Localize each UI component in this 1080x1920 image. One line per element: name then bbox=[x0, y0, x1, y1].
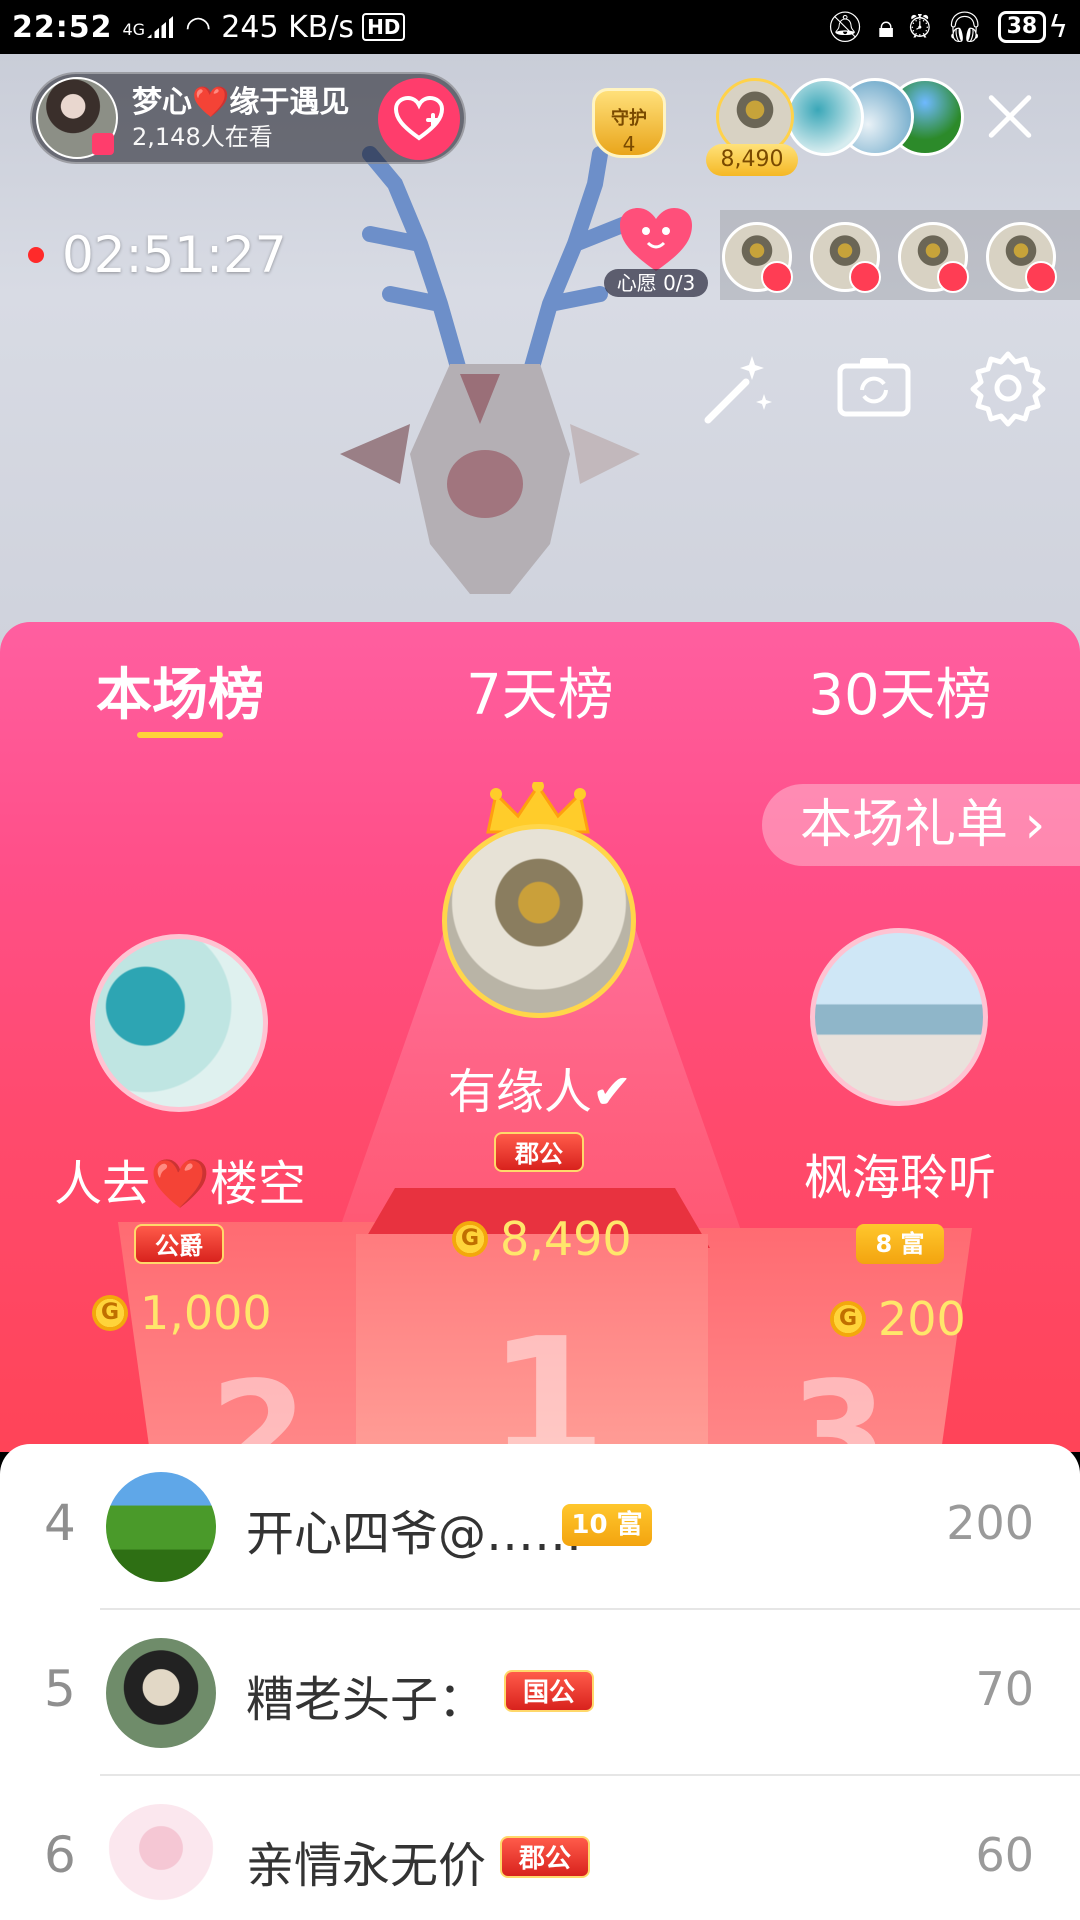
coin-icon: G bbox=[92, 1295, 128, 1331]
list-item[interactable]: 6 亲情永无价 郡公 60 bbox=[0, 1776, 1080, 1920]
second-place-rank-badge: 公爵 bbox=[134, 1224, 224, 1264]
battery-level: 38 bbox=[997, 11, 1047, 43]
wifi-icon: ◠ bbox=[185, 9, 212, 45]
podium-number-2: 2 bbox=[210, 1352, 308, 1452]
mic-seat-icon bbox=[1025, 261, 1057, 293]
network-speed: 245 KB/s bbox=[221, 9, 355, 45]
host-avatar[interactable] bbox=[36, 77, 118, 159]
settings-gear-icon bbox=[970, 351, 1046, 427]
first-place-coin-value: 8,490 bbox=[500, 1212, 632, 1266]
ranking-tabs: 本场榜 7天榜 30天榜 bbox=[0, 622, 1080, 742]
cell-signal-icon: 4G bbox=[123, 16, 174, 38]
second-place-coin-value: 1,000 bbox=[140, 1286, 272, 1340]
coin-icon: G bbox=[452, 1221, 488, 1257]
charging-icon: ϟ bbox=[1048, 9, 1068, 45]
flip-camera-button[interactable] bbox=[834, 348, 914, 428]
tab-30-days[interactable]: 30天榜 bbox=[750, 650, 1050, 731]
battery-icon: 38 ϟ bbox=[997, 9, 1068, 45]
close-button[interactable] bbox=[985, 92, 1035, 142]
first-place-coins: G 8,490 bbox=[452, 1212, 632, 1266]
guard-count: 4 bbox=[622, 132, 636, 156]
top-viewer-avatar[interactable] bbox=[786, 78, 864, 156]
live-timer: 02:51:27 bbox=[28, 226, 287, 284]
gift-list-button[interactable]: 本场礼单 › bbox=[762, 784, 1080, 866]
first-place-avatar[interactable] bbox=[442, 824, 636, 1018]
mic-seat[interactable] bbox=[722, 222, 793, 293]
first-place-name: 有缘人✔ bbox=[447, 1064, 633, 1120]
network-type: 4G bbox=[122, 20, 146, 39]
rank-badge: 郡公 bbox=[500, 1836, 590, 1878]
wish-heart-icon bbox=[620, 208, 692, 271]
third-place-rank-badge: 8 富 bbox=[856, 1224, 944, 1264]
rank-number: 4 bbox=[44, 1494, 76, 1552]
tab-current-session[interactable]: 本场榜 bbox=[30, 650, 330, 731]
mic-seat[interactable] bbox=[986, 222, 1057, 293]
hd-icon: HD bbox=[362, 13, 406, 41]
recording-dot-icon bbox=[28, 247, 44, 263]
rank-number: 5 bbox=[44, 1660, 76, 1718]
contribution-value: 200 bbox=[946, 1496, 1034, 1550]
magic-wand-icon bbox=[704, 356, 772, 424]
user-name: 糟老头子： bbox=[246, 1672, 487, 1728]
contribution-value: 60 bbox=[975, 1828, 1034, 1882]
mic-seat[interactable] bbox=[898, 222, 969, 293]
mic-seat-icon bbox=[849, 261, 881, 293]
mic-seat[interactable] bbox=[810, 222, 881, 293]
rank-badge: 10 富 bbox=[562, 1504, 652, 1546]
guard-label: 守护 bbox=[611, 108, 647, 129]
rank-badge: 国公 bbox=[504, 1670, 594, 1712]
third-place-coin-value: 200 bbox=[878, 1292, 966, 1346]
wish-progress: 心愿 0/3 bbox=[604, 269, 708, 297]
avatar[interactable] bbox=[106, 1472, 216, 1582]
avatar[interactable] bbox=[106, 1804, 216, 1914]
status-time: 22:52 bbox=[12, 9, 113, 45]
ranking-panel: 本场榜 7天榜 30天榜 本场礼单 › 1 2 3 有缘人✔ 郡公 G 8,49… bbox=[0, 622, 1080, 1452]
guard-badge[interactable]: 守护 4 bbox=[582, 80, 676, 166]
beauty-magic-button[interactable] bbox=[700, 348, 780, 428]
lock-icon: 🔒︎ bbox=[878, 9, 895, 45]
third-place-avatar[interactable] bbox=[810, 928, 988, 1106]
viewer-count: 2,148人在看 bbox=[132, 123, 273, 151]
list-item[interactable]: 4 开心四爷@…… 10 富 200 bbox=[0, 1444, 1080, 1610]
second-place-name: 人去❤️楼空 bbox=[54, 1156, 306, 1212]
coin-icon: G bbox=[830, 1301, 866, 1337]
headphones-icon: 🎧︎ bbox=[945, 9, 984, 45]
second-place-coins: G 1,000 bbox=[92, 1286, 272, 1340]
top-contribution-badge: 8,490 bbox=[706, 144, 798, 176]
alarm-icon: ⏰︎ bbox=[908, 9, 932, 45]
wish-button[interactable]: 心愿 0/3 bbox=[604, 205, 708, 297]
live-duration: 02:51:27 bbox=[62, 226, 287, 284]
contribution-value: 70 bbox=[975, 1662, 1034, 1716]
mic-seat-icon bbox=[937, 261, 969, 293]
silent-bell-icon: 🔕︎ bbox=[826, 9, 865, 45]
user-name: 开心四爷@…… bbox=[246, 1506, 583, 1562]
avatar[interactable] bbox=[106, 1638, 216, 1748]
host-name: 梦心❤️缘于遇见 bbox=[132, 85, 350, 120]
mic-seat-icon bbox=[761, 261, 793, 293]
tab-indicator bbox=[137, 732, 223, 738]
rank-number: 6 bbox=[44, 1826, 76, 1884]
deer-head-decoration bbox=[340, 146, 640, 594]
list-item[interactable]: 5 糟老头子： 国公 70 bbox=[0, 1610, 1080, 1776]
settings-button[interactable] bbox=[968, 348, 1048, 428]
second-place-avatar[interactable] bbox=[90, 934, 268, 1112]
follow-button[interactable] bbox=[378, 78, 460, 160]
follow-heart-icon bbox=[394, 96, 444, 141]
podium-number-1: 1 bbox=[488, 1302, 607, 1452]
live-room-screen: 22:52 4G ◠ 245 KB/s HD 🔕︎ 🔒︎ ⏰︎ 🎧︎ 38 ϟ bbox=[0, 0, 1080, 1920]
first-place-rank-badge: 郡公 bbox=[494, 1132, 584, 1172]
podium-number-3: 3 bbox=[790, 1352, 888, 1452]
host-info-pill[interactable]: 梦心❤️缘于遇见 2,148人在看 bbox=[30, 72, 466, 164]
third-place-name: 枫海聆听 bbox=[803, 1150, 996, 1206]
user-name: 亲情永无价 bbox=[246, 1838, 487, 1894]
camera-flip-icon bbox=[837, 358, 911, 417]
status-bar: 22:52 4G ◠ 245 KB/s HD 🔕︎ 🔒︎ ⏰︎ 🎧︎ 38 ϟ bbox=[0, 0, 1080, 54]
third-place-coins: G 200 bbox=[830, 1292, 966, 1346]
tab-7-days[interactable]: 7天榜 bbox=[390, 650, 690, 731]
ranking-list: 4 开心四爷@…… 10 富 200 5 糟老头子： 国公 70 6 亲情永无价… bbox=[0, 1444, 1080, 1920]
